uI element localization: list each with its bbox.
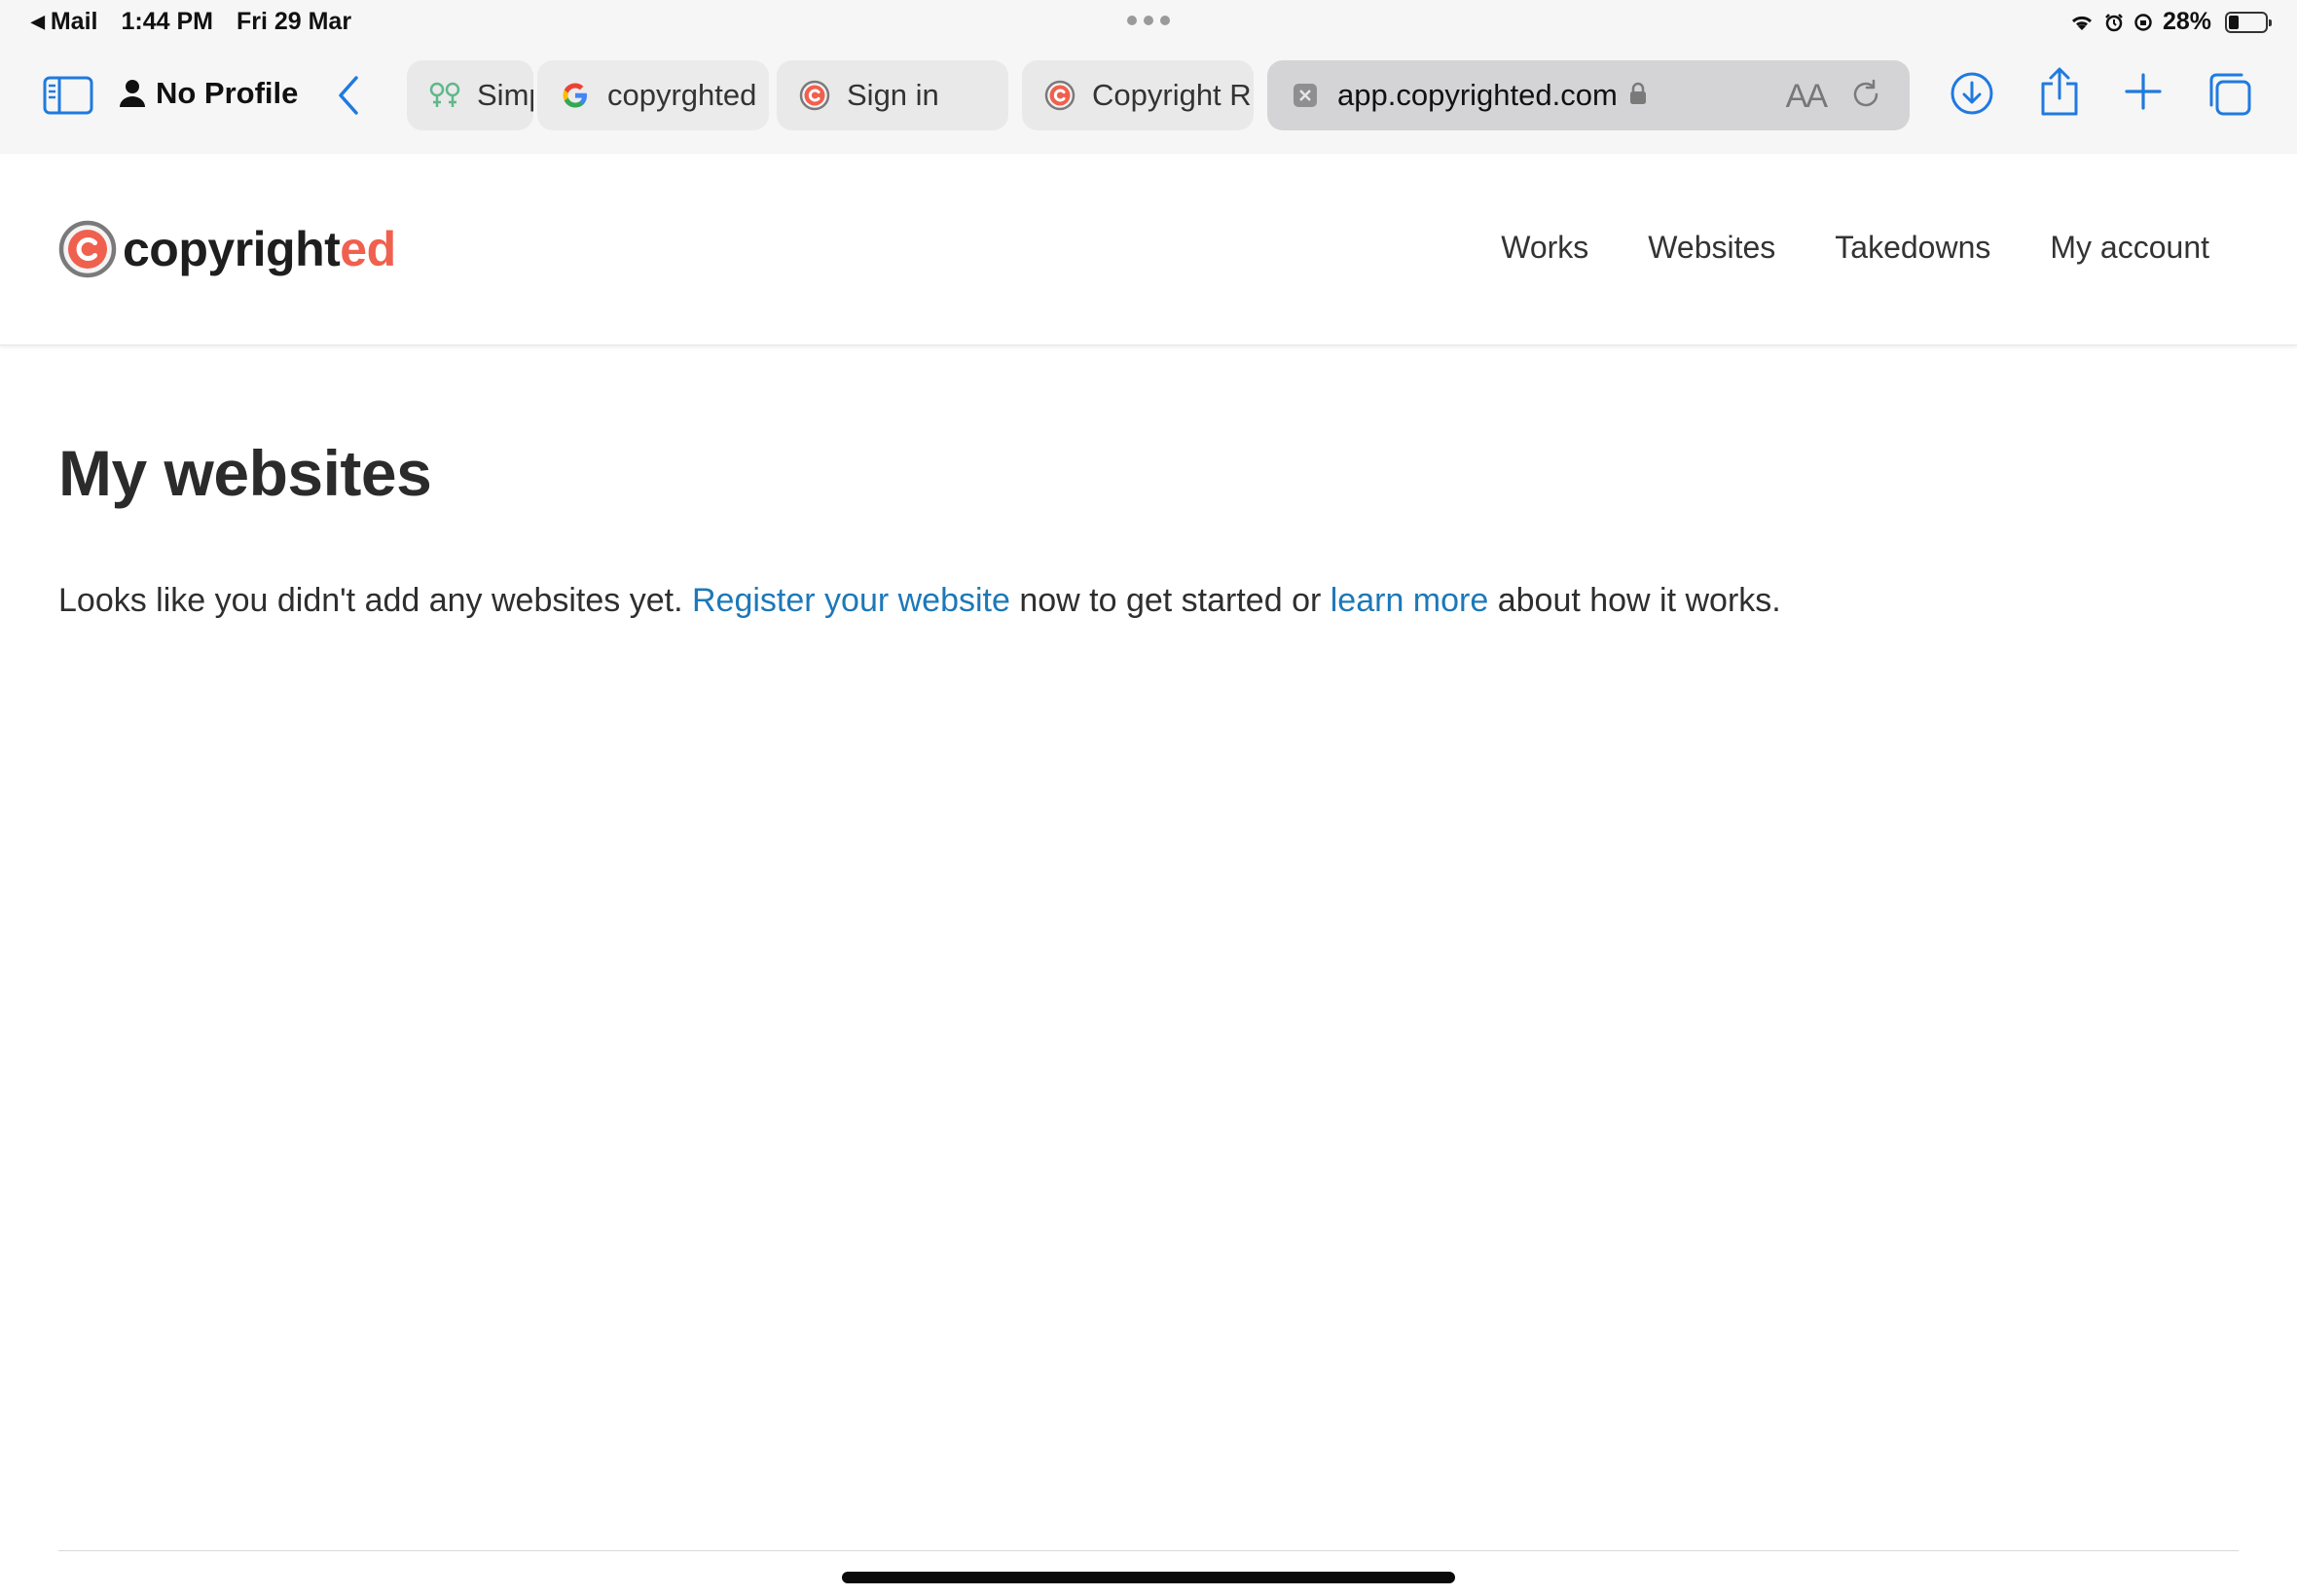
address-bar[interactable]: app.copyrighted.com AA — [1267, 60, 1910, 130]
copyright-icon — [798, 79, 831, 112]
person-icon — [120, 80, 145, 107]
battery-icon — [2225, 11, 2272, 33]
nav-works[interactable]: Works — [1501, 230, 1588, 266]
multitasking-dots-icon[interactable] — [1127, 16, 1170, 25]
google-icon — [559, 79, 592, 112]
browser-toolbar: No Profile Simp copyrghted — [0, 45, 2297, 154]
tab-sign-in[interactable]: Sign in — [777, 60, 1008, 130]
message-text: Looks like you didn't add any websites y… — [58, 582, 692, 619]
logo-text: copyrighted — [123, 221, 396, 277]
wifi-icon — [2071, 16, 2092, 30]
logo-text-accent: ed — [340, 222, 396, 276]
battery-percent: 28% — [2162, 8, 2211, 35]
tab-copyrghted[interactable]: copyrghted — [537, 60, 769, 130]
back-to-app-icon[interactable]: ◀ — [31, 12, 45, 32]
reader-options-button[interactable]: AA — [1786, 78, 1828, 116]
alarm-icon — [2105, 13, 2123, 31]
orientation-lock-icon — [2134, 13, 2152, 31]
sidebar-toggle-icon[interactable] — [43, 76, 93, 115]
downloads-icon[interactable] — [1949, 70, 1995, 117]
tab-title: Copyright R — [1092, 78, 1252, 112]
new-tab-icon[interactable] — [2124, 72, 2163, 111]
lock-icon — [1629, 78, 1647, 113]
copyright-icon — [1043, 79, 1076, 112]
back-button[interactable] — [335, 74, 364, 117]
tab-copyright-r[interactable]: Copyright R — [1022, 60, 1254, 130]
register-website-link[interactable]: Register your website — [692, 582, 1010, 619]
empty-state-message: Looks like you didn't add any websites y… — [58, 582, 1781, 620]
status-date: Fri 29 Mar — [236, 8, 352, 35]
logo-text-main: copyright — [123, 222, 341, 276]
nav-my-account[interactable]: My account — [2050, 230, 2209, 266]
nav-takedowns[interactable]: Takedowns — [1835, 230, 1990, 266]
site-logo[interactable]: copyrighted — [58, 220, 396, 278]
profile-label: No Profile — [156, 76, 299, 110]
page-title: My websites — [58, 437, 432, 509]
tab-overview-icon[interactable] — [2206, 70, 2252, 117]
share-icon[interactable] — [2038, 66, 2081, 117]
tab-title: copyrghted — [607, 78, 757, 112]
reload-icon[interactable] — [1849, 78, 1882, 119]
site-header: copyrighted Works Websites Takedowns My … — [0, 154, 2297, 345]
message-text: now to get started or — [1009, 582, 1331, 619]
home-indicator[interactable] — [842, 1572, 1455, 1583]
tab-title: Sign in — [847, 78, 939, 112]
main-nav: Works Websites Takedowns My account — [1501, 230, 2209, 266]
status-time: 1:44 PM — [121, 8, 213, 35]
status-left: ◀ Mail 1:44 PM Fri 29 Mar — [31, 8, 351, 36]
status-right: 28% — [2069, 8, 2272, 36]
simple-icon — [428, 79, 461, 112]
footer-divider — [58, 1550, 2239, 1551]
nav-websites[interactable]: Websites — [1648, 230, 1775, 266]
profile-button[interactable]: No Profile — [119, 76, 298, 111]
tab-simp[interactable]: Simp — [407, 60, 533, 130]
blank-favicon-icon — [1289, 79, 1322, 112]
learn-more-link[interactable]: learn more — [1331, 582, 1489, 619]
message-text: about how it works. — [1488, 582, 1781, 619]
back-app-label[interactable]: Mail — [51, 8, 98, 36]
tab-title: Simp — [477, 78, 533, 112]
url-text[interactable]: app.copyrighted.com — [1337, 78, 1618, 113]
copyright-logo-icon — [58, 220, 117, 278]
chevron-left-icon — [339, 76, 358, 115]
status-bar: ◀ Mail 1:44 PM Fri 29 Mar 28% — [0, 0, 2297, 45]
